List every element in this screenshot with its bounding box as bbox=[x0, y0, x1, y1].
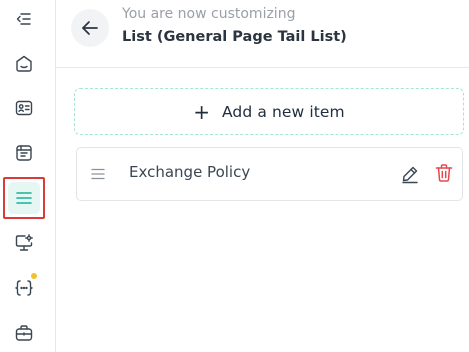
monitor-settings-icon bbox=[15, 234, 33, 251]
sidebar-item-pages[interactable] bbox=[8, 137, 40, 169]
page-title: List (General Page Tail List) bbox=[122, 29, 347, 45]
id-card-icon bbox=[15, 100, 33, 116]
list-item[interactable]: Exchange Policy bbox=[76, 147, 463, 201]
edit-icon[interactable] bbox=[400, 164, 420, 184]
back-button[interactable] bbox=[71, 9, 109, 47]
sidebar-item-briefcase[interactable] bbox=[8, 317, 40, 349]
header-subtitle: You are now customizing bbox=[122, 6, 296, 22]
briefcase-icon bbox=[15, 325, 33, 341]
sidebar-item-list[interactable] bbox=[3, 177, 45, 219]
sidebar-item-display-settings[interactable] bbox=[8, 227, 40, 259]
sidebar-item-home[interactable] bbox=[8, 48, 40, 80]
home-icon bbox=[16, 55, 32, 72]
arrow-left-icon bbox=[82, 21, 98, 35]
add-new-item-button[interactable]: + Add a new item bbox=[74, 88, 464, 135]
trash-icon[interactable] bbox=[434, 163, 454, 183]
plus-icon: + bbox=[193, 99, 210, 124]
sidebar-item-list-highlight bbox=[8, 182, 40, 214]
sidebar-item-code[interactable] bbox=[8, 272, 40, 304]
list-icon bbox=[16, 192, 32, 204]
panel-header: You are now customizing List (General Pa… bbox=[56, 0, 469, 68]
customizer-panel: You are now customizing List (General Pa… bbox=[56, 0, 469, 352]
sidebar-item-profile[interactable] bbox=[8, 92, 40, 124]
sidebar bbox=[0, 0, 56, 352]
notification-dot bbox=[31, 273, 37, 279]
list-item-label: Exchange Policy bbox=[129, 163, 251, 181]
code-braces-icon bbox=[15, 280, 33, 296]
collapse-icon bbox=[16, 13, 31, 25]
page-layout-icon bbox=[16, 145, 32, 161]
sidebar-collapse-button[interactable] bbox=[8, 3, 40, 35]
add-new-item-label: Add a new item bbox=[222, 102, 345, 121]
drag-handle-icon[interactable] bbox=[91, 167, 105, 181]
